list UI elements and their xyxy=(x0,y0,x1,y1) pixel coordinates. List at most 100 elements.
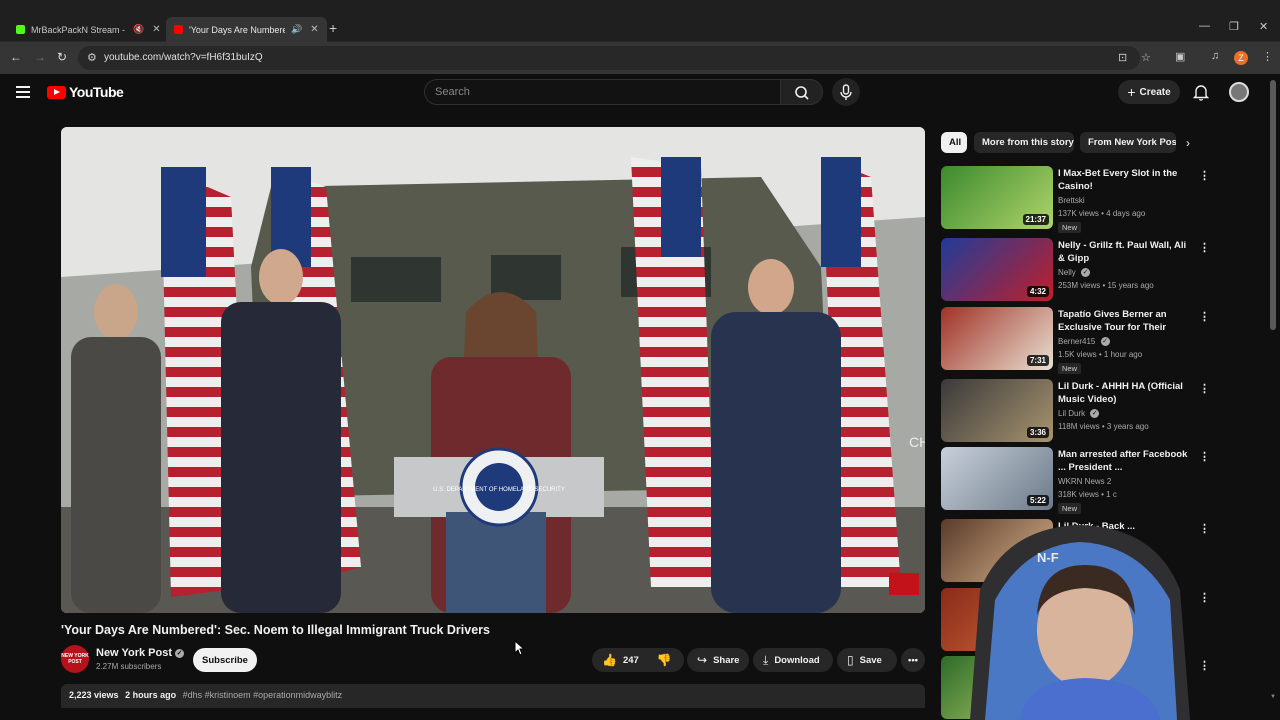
recommendation-item[interactable]: 5:22 Man arrested after Facebook ... Pre… xyxy=(941,447,1241,514)
profile-avatar[interactable]: Z xyxy=(1234,51,1248,65)
youtube-favicon-icon xyxy=(174,25,183,34)
download-icon: ⤓ xyxy=(763,652,769,667)
hamburger-menu-icon[interactable] xyxy=(16,86,30,101)
more-vert-icon[interactable]: ⋮ xyxy=(1199,382,1210,395)
video-thumbnail[interactable]: 7:31 xyxy=(941,307,1053,370)
forward-icon[interactable]: → xyxy=(34,50,46,64)
save-label: Save xyxy=(859,654,882,666)
scroll-down-arrow-icon[interactable]: ▼ xyxy=(1270,694,1276,700)
search-box[interactable] xyxy=(424,79,781,105)
thumbs-up-icon[interactable]: 👍 xyxy=(602,653,617,667)
recommendation-meta: 318K views • 1 c xyxy=(1058,490,1117,499)
notifications-bell-icon[interactable] xyxy=(1193,83,1209,101)
more-actions-button[interactable]: ••• xyxy=(901,648,925,672)
recommendation-title[interactable]: Tapatío Gives Berner an Exclusive Tour f… xyxy=(1058,308,1188,335)
site-info-icon[interactable]: ⚙ xyxy=(87,51,97,64)
recommendation-title[interactable]: Lil Durk - AHHH HA (Official Music Video… xyxy=(1058,380,1188,406)
download-button[interactable]: ⤓ Download xyxy=(753,648,833,672)
restore-icon[interactable]: ❐ xyxy=(1229,20,1239,33)
install-app-icon[interactable]: ⊡ xyxy=(1118,51,1127,64)
share-arrow-icon: ↪ xyxy=(697,653,708,667)
share-label: Share xyxy=(713,654,740,666)
more-vert-icon[interactable]: ⋮ xyxy=(1199,241,1210,254)
share-button[interactable]: ↪ Share xyxy=(687,648,749,672)
video-thumbnail[interactable]: 21:37 xyxy=(941,166,1053,229)
subscribe-button[interactable]: Subscribe xyxy=(193,648,257,672)
recommendation-item[interactable]: 3:36 Lil Durk - AHHH HA (Official Music … xyxy=(941,379,1241,443)
browser-tab-kick[interactable]: MrBackPackN Stream - Wa 🔇 ✕ xyxy=(8,17,169,42)
back-icon[interactable]: ← xyxy=(10,50,22,64)
chair-brand-text: N-F xyxy=(1037,550,1059,565)
chip-all[interactable]: All xyxy=(941,132,967,153)
youtube-play-logo-icon xyxy=(47,85,66,99)
minimize-icon[interactable]: — xyxy=(1199,20,1210,32)
create-label: Create xyxy=(1139,86,1171,98)
browser-menu-icon[interactable]: ⋮ xyxy=(1262,50,1273,63)
verified-check-icon: ✓ xyxy=(175,649,185,658)
tab-close-icon[interactable]: ✕ xyxy=(152,24,160,35)
video-thumbnail[interactable]: 4:32 xyxy=(941,238,1053,301)
recommendation-item[interactable]: 7:31 Tapatío Gives Berner an Exclusive T… xyxy=(941,307,1241,374)
description-box[interactable]: 2,223 views 2 hours ago #dhs #kristinoem… xyxy=(61,684,925,708)
voice-search-button[interactable] xyxy=(832,78,860,106)
recommendation-channel[interactable]: Berner415 ✓ xyxy=(1058,337,1110,346)
recommendation-channel[interactable]: WKRN News 2 xyxy=(1058,477,1111,486)
recommendation-channel[interactable]: Brettski xyxy=(1058,196,1085,205)
recommendation-title[interactable]: Man arrested after Facebook ... Presiden… xyxy=(1058,448,1188,474)
create-button[interactable]: + Create xyxy=(1118,80,1180,104)
duration-badge: 5:22 xyxy=(1026,495,1049,506)
recommendation-item[interactable]: 21:37 I Max-Bet Every Slot in the Casino… xyxy=(941,166,1241,233)
chevron-right-icon[interactable]: › xyxy=(1186,136,1190,150)
thumbs-down-icon[interactable]: 👎 xyxy=(657,653,672,667)
tab-title: MrBackPackN Stream - Wa xyxy=(31,24,127,35)
recommendation-meta: 1.5K views • 1 hour ago xyxy=(1058,350,1143,359)
new-badge: New xyxy=(1058,363,1082,374)
browser-toolbar: ← → ↻ ⚙ youtube.com/watch?v=fH6f31buIzQ … xyxy=(0,42,1280,74)
reading-mode-icon[interactable]: ▣ xyxy=(1175,50,1185,63)
more-vert-icon[interactable]: ⋮ xyxy=(1199,310,1210,323)
mouse-cursor-icon xyxy=(514,640,526,656)
media-controls-icon[interactable]: ♫ xyxy=(1211,50,1219,62)
browser-tab-youtube[interactable]: 'Your Days Are Numbered': 🔊 ✕ xyxy=(166,17,327,42)
chip-more-from-story[interactable]: More from this story xyxy=(974,132,1074,153)
search-input[interactable] xyxy=(425,80,780,104)
tab-close-icon[interactable]: ✕ xyxy=(310,24,318,35)
subscriber-count: 2.27M subscribers xyxy=(96,662,162,671)
tab-muted-icon[interactable]: 🔇 xyxy=(133,24,144,35)
reload-icon[interactable]: ↻ xyxy=(57,50,67,64)
more-vert-icon[interactable]: ⋮ xyxy=(1199,169,1210,182)
more-vert-icon[interactable]: ⋮ xyxy=(1199,450,1210,463)
video-player[interactable]: U.S. DEPARTMENT OF HOMELAND SECURITY CH xyxy=(61,127,925,613)
new-tab-button[interactable]: + xyxy=(329,20,337,36)
video-thumbnail[interactable]: 5:22 xyxy=(941,447,1053,510)
youtube-logo-text: YouTube xyxy=(69,84,124,100)
verified-check-icon: ✓ xyxy=(1100,337,1110,346)
recommendation-title[interactable]: I Max-Bet Every Slot in the Casino! xyxy=(1058,167,1188,193)
recommendation-channel[interactable]: Nelly ✓ xyxy=(1058,268,1091,277)
save-button[interactable]: ▯ Save xyxy=(837,648,897,672)
channel-name[interactable]: New York Post ✓ xyxy=(96,647,185,659)
youtube-logo[interactable]: YouTube xyxy=(47,84,124,100)
download-label: Download xyxy=(774,654,820,666)
verified-check-icon: ✓ xyxy=(1090,409,1100,418)
channel-avatar[interactable]: NEW YORK POST xyxy=(61,645,89,673)
address-bar[interactable]: ⚙ youtube.com/watch?v=fH6f31buIzQ ⊡ ☆ xyxy=(78,46,1151,70)
channel-name-text[interactable]: New York Post xyxy=(96,647,172,659)
window-close-icon[interactable]: ✕ xyxy=(1259,20,1268,33)
bookmark-icon: ▯ xyxy=(847,653,854,667)
recommendation-meta: 137K views • 4 days ago xyxy=(1058,209,1146,218)
page-scrollbar-thumb[interactable] xyxy=(1270,80,1276,330)
search-button[interactable] xyxy=(781,79,823,105)
recommendation-title[interactable]: Nelly - Grillz ft. Paul Wall, Ali & Gipp xyxy=(1058,239,1188,265)
url-text[interactable]: youtube.com/watch?v=fH6f31buIzQ xyxy=(104,52,263,63)
like-count[interactable]: 247 xyxy=(623,655,639,666)
account-avatar[interactable] xyxy=(1229,82,1249,102)
recommendation-item[interactable]: 4:32 Nelly - Grillz ft. Paul Wall, Ali &… xyxy=(941,238,1241,302)
chip-from-new-york-post[interactable]: From New York Post xyxy=(1080,132,1176,153)
recommendation-channel[interactable]: Lil Durk ✓ xyxy=(1058,409,1100,418)
video-thumbnail[interactable]: 3:36 xyxy=(941,379,1053,442)
bookmark-star-icon[interactable]: ☆ xyxy=(1141,51,1151,64)
hashtags[interactable]: #dhs #kristinoem #operationmidwayblitz xyxy=(183,690,343,700)
tab-audio-icon[interactable]: 🔊 xyxy=(291,24,302,35)
new-badge: New xyxy=(1058,503,1082,514)
